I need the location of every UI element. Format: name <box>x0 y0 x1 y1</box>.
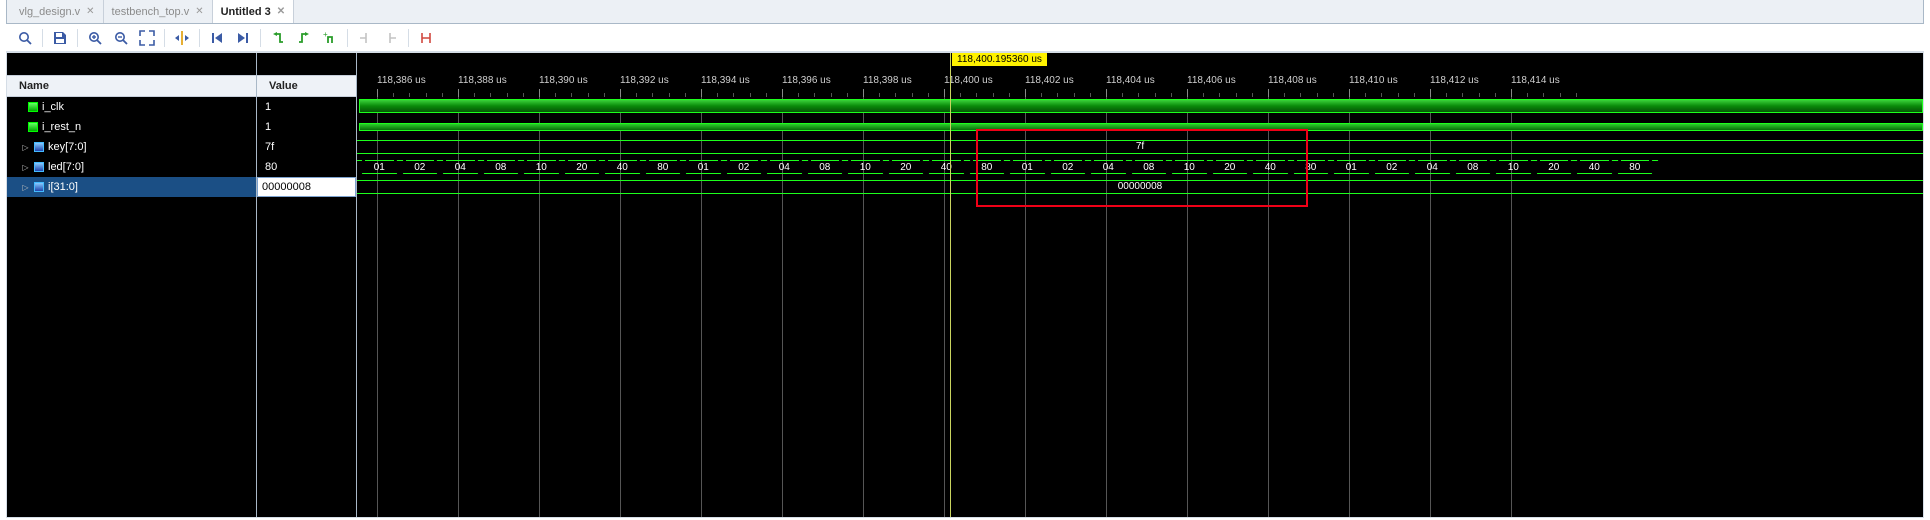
expand-icon[interactable]: ▷ <box>21 183 30 192</box>
wave-track-key[interactable]: 7f <box>357 137 1923 157</box>
wave-track-i[interactable]: 00000008 <box>357 177 1923 197</box>
bus-cell: 80 <box>1615 160 1656 174</box>
signal-row-key-7-0-[interactable]: ▷ key[7:0] <box>7 137 256 157</box>
signal-value[interactable]: 1 <box>257 97 356 117</box>
zoom-out-icon[interactable] <box>110 27 132 49</box>
toolbar: + <box>6 24 1924 52</box>
expand-icon[interactable]: ▷ <box>21 163 30 172</box>
prev-marker-icon[interactable] <box>354 27 376 49</box>
bus-cell: 01 <box>1007 160 1048 174</box>
tab-testbench-top[interactable]: testbench_top.v ✕ <box>104 0 213 23</box>
signal-value[interactable]: 80 <box>257 157 356 177</box>
close-icon[interactable]: ✕ <box>86 6 94 17</box>
time-marker[interactable] <box>950 53 951 517</box>
bus-cell: 20 <box>1210 160 1251 174</box>
swap-markers-icon[interactable] <box>415 27 437 49</box>
signal-value[interactable]: 00000008 <box>257 177 356 197</box>
bus-cell: 40 <box>926 160 967 174</box>
bus-cell: 40 <box>602 160 643 174</box>
zoom-fit-icon[interactable] <box>136 27 158 49</box>
tab-label: vlg_design.v <box>19 6 80 18</box>
next-edge-icon[interactable] <box>293 27 315 49</box>
bus-cell: 80 <box>643 160 684 174</box>
signal-name: led[7:0] <box>48 161 84 173</box>
tab-untitled-3[interactable]: Untitled 3 ✕ <box>213 0 295 23</box>
bus-cell: 20 <box>562 160 603 174</box>
svg-text:+: + <box>323 30 328 39</box>
signal-row-i-rest-n[interactable]: i_rest_n <box>7 117 256 137</box>
column-header-name[interactable]: Name <box>7 75 256 97</box>
signal-value[interactable]: 1 <box>257 117 356 137</box>
tab-vlg-design[interactable]: vlg_design.v ✕ <box>11 0 104 23</box>
marker-time-label[interactable]: 118,400.195360 us <box>952 53 1047 66</box>
column-header-value[interactable]: Value <box>257 75 356 97</box>
bus-cell: 80 <box>1291 160 1332 174</box>
bus-cell: 40 <box>1250 160 1291 174</box>
bus-cell: 01 <box>359 160 400 174</box>
bus-cell: 01 <box>683 160 724 174</box>
signal-name: key[7:0] <box>48 141 87 153</box>
bus-cell: 80 <box>967 160 1008 174</box>
bus-cell: 02 <box>1372 160 1413 174</box>
signal-name-column: Name i_clk i_rest_n ▷key[7:0] ▷led[7:0] … <box>7 53 257 517</box>
signal-row-i-clk[interactable]: i_clk <box>7 97 256 117</box>
bus-cell: 10 <box>1169 160 1210 174</box>
bus-cell: 04 <box>1088 160 1129 174</box>
next-marker-icon[interactable] <box>380 27 402 49</box>
bus-cell: 04 <box>764 160 805 174</box>
wave-track-i_rest_n[interactable] <box>357 117 1923 137</box>
tab-label: Untitled 3 <box>221 6 271 18</box>
close-icon[interactable]: ✕ <box>195 6 203 17</box>
time-ruler[interactable]: 118,386 us 118,388 us 118,390 us 118,392… <box>357 75 1923 97</box>
waveform-viewer: Name i_clk i_rest_n ▷key[7:0] ▷led[7:0] … <box>6 52 1924 518</box>
signal-row-i-31-0-[interactable]: ▷ i[31:0] <box>7 177 256 197</box>
bus-cell: 20 <box>886 160 927 174</box>
bus-cell: 10 <box>845 160 886 174</box>
bus-cell: 01 <box>1331 160 1372 174</box>
tab-bar: vlg_design.v ✕ testbench_top.v ✕ Untitle… <box>6 0 1924 24</box>
signal-name: i_rest_n <box>42 121 81 133</box>
bus-cell: 04 <box>440 160 481 174</box>
goto-cursor-icon[interactable] <box>171 27 193 49</box>
bus-cell: 10 <box>1493 160 1534 174</box>
zoom-in-icon[interactable] <box>84 27 106 49</box>
wave-track-led[interactable]: 01 02 04 08 10 20 40 80 01 02 04 08 10 <box>357 157 1923 177</box>
bus-cell: 08 <box>805 160 846 174</box>
signal-value[interactable]: 7f <box>257 137 356 157</box>
bus-cell: 10 <box>521 160 562 174</box>
close-icon[interactable]: ✕ <box>277 6 285 17</box>
signal-row-led-7-0-[interactable]: ▷ led[7:0] <box>7 157 256 177</box>
expand-icon[interactable]: ▷ <box>21 143 30 152</box>
signal-name: i_clk <box>42 101 64 113</box>
bus-cell: 20 <box>1534 160 1575 174</box>
save-icon[interactable] <box>49 27 71 49</box>
bus-cell: 04 <box>1412 160 1453 174</box>
goto-end-icon[interactable] <box>232 27 254 49</box>
search-icon[interactable] <box>14 27 36 49</box>
bus-cell: 02 <box>400 160 441 174</box>
bus-cell: 40 <box>1574 160 1615 174</box>
bus-cell: 08 <box>1453 160 1494 174</box>
signal-value-column: Value 117f8000000008 <box>257 53 357 517</box>
wave-track-i_clk[interactable] <box>357 97 1923 117</box>
signal-name: i[31:0] <box>48 181 78 193</box>
prev-edge-icon[interactable] <box>267 27 289 49</box>
goto-start-icon[interactable] <box>206 27 228 49</box>
bus-cell: 08 <box>481 160 522 174</box>
bus-cell: 02 <box>724 160 765 174</box>
add-marker-icon[interactable]: + <box>319 27 341 49</box>
bus-cell: 08 <box>1129 160 1170 174</box>
waveform-canvas[interactable]: 118,400.195360 us 118,386 us 118,388 us … <box>357 53 1923 517</box>
bus-cell: 02 <box>1048 160 1089 174</box>
tab-label: testbench_top.v <box>112 6 190 18</box>
